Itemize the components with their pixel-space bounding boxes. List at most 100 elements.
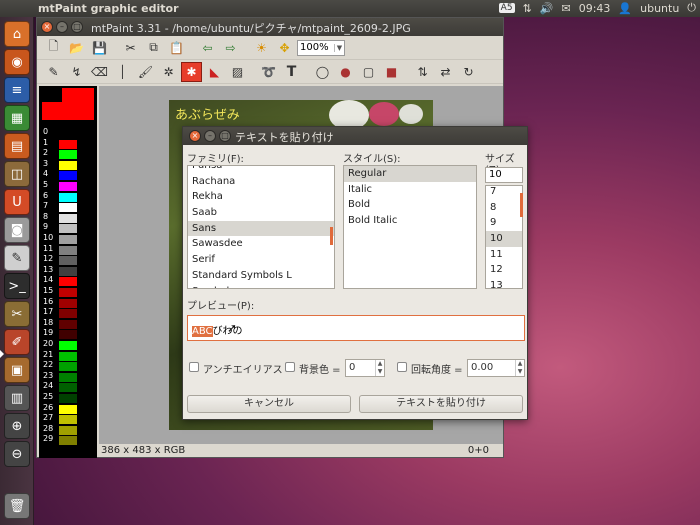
family-list-item[interactable]: Purisa [188,166,334,174]
swatch-color[interactable] [59,319,77,329]
swatch-color[interactable] [59,277,77,287]
fill-rect-icon[interactable]: ■ [381,62,402,82]
preview-box[interactable]: ABCびわの [187,315,525,341]
swatch-color[interactable] [59,436,77,446]
brightness-icon[interactable]: ☀ [251,38,272,58]
select-ellipse-icon[interactable]: ◯ [312,62,333,82]
size-list-item[interactable]: 11 [486,247,522,263]
swatch-color[interactable] [59,372,77,382]
swatch-color[interactable] [59,362,77,372]
family-list-item[interactable]: Serif [188,252,334,268]
writer-icon[interactable]: ≡ [4,77,30,103]
maximize-icon[interactable]: □ [71,21,83,33]
size-list-item[interactable]: 9 [486,215,522,231]
swatch-color[interactable] [59,394,77,403]
outline-rect-icon[interactable]: ▢ [358,62,379,82]
swatch-color[interactable] [59,309,77,319]
close-icon[interactable]: × [41,21,53,33]
swatch-color[interactable] [59,160,77,170]
swatch-color[interactable] [59,213,77,223]
swatch-color[interactable] [59,139,77,149]
swatch-color[interactable] [59,404,77,414]
family-list-item[interactable]: Sawasdee [188,236,334,252]
swatch-color[interactable] [59,171,77,181]
family-list[interactable]: Purisa Rachana Rekha Saab Sans Sawasdee Serif S… [187,165,335,289]
palette-swatch[interactable]: 29 [39,434,97,446]
text-editor-icon[interactable]: ✎ [4,245,30,271]
style-list-item[interactable]: Bold Italic [344,213,476,229]
cut-icon[interactable]: ✂ [120,38,141,58]
family-list-item[interactable]: Saab [188,205,334,221]
style-list-item[interactable]: Italic [344,182,476,198]
swatch-color[interactable] [59,298,77,308]
volume-icon[interactable]: 🔊 [540,2,554,15]
screenshot-icon[interactable]: ◙ [4,217,30,243]
current-colors[interactable] [42,88,94,120]
clock[interactable]: 09:43 [579,2,611,15]
pan-icon[interactable]: ✥ [274,38,295,58]
size-list-item[interactable]: 10 [486,231,522,247]
swatch-color[interactable] [59,192,77,202]
trash-icon[interactable]: 🗑 [4,493,30,519]
calc-icon[interactable]: ▦ [4,105,30,131]
power-icon[interactable]: ⏻ [687,1,696,15]
style-list-item[interactable]: Regular [344,166,476,182]
zoom-in-icon[interactable]: ⊕ [4,413,30,439]
swatch-color[interactable] [59,383,77,393]
swatch-color[interactable] [59,150,77,160]
size-list-item[interactable]: 7 [486,186,522,200]
brush-icon[interactable]: 🖌 [135,62,156,82]
family-list-item[interactable]: Rekha [188,189,334,205]
dialog-minimize-icon[interactable]: – [204,130,216,142]
style-list-item[interactable]: Bold [344,197,476,213]
clone-icon[interactable]: ✲ [158,62,179,82]
family-list-item[interactable]: Symbol [188,284,334,289]
family-list-item[interactable]: Standard Symbols L [188,268,334,284]
swatch-color[interactable] [59,203,77,213]
new-file-icon[interactable]: 🗋 [43,38,64,58]
swatch-color[interactable] [59,330,77,340]
swatch-color[interactable] [59,182,77,191]
workspace-icon[interactable]: ▥ [4,385,30,411]
swatch-color[interactable] [59,425,77,435]
size-list-item[interactable]: 12 [486,262,522,278]
save-icon[interactable]: 💾 [89,38,110,58]
terminal-icon[interactable]: >_ [4,273,30,299]
paste-text-button[interactable]: テキストを貼り付け [359,395,523,413]
flood-fill-icon[interactable]: ◣ [204,62,225,82]
family-list-item[interactable]: Rachana [188,174,334,190]
swatch-color[interactable] [59,235,77,244]
swatch-color[interactable] [59,266,77,276]
smudge-icon[interactable]: ↯ [66,62,87,82]
rotate-checkbox[interactable] [397,362,407,372]
antialias-checkbox[interactable] [189,362,199,372]
gradient-icon[interactable]: ▨ [227,62,248,82]
software-center-icon[interactable]: ◫ [4,161,30,187]
dialog-maximize-icon[interactable]: □ [219,130,231,142]
rotate-spinner[interactable]: 0.00 ▲ ▼ [467,359,525,377]
size-input[interactable]: 10 [485,167,523,183]
ime-indicator[interactable]: A5 [498,3,515,13]
image-viewer-icon[interactable]: ▣ [4,357,30,383]
redo-icon[interactable]: ⇨ [220,38,241,58]
color-pencils-icon[interactable]: ✐ [4,329,30,355]
swatch-color[interactable] [59,341,77,350]
rotate-icon[interactable]: ↻ [458,62,479,82]
text-tool-icon[interactable]: T [281,62,302,82]
family-list-item[interactable]: Sans [188,220,334,237]
dialog-close-icon[interactable]: × [189,130,201,142]
user-name[interactable]: ubuntu [640,2,679,15]
size-scrollbar[interactable] [520,193,523,217]
background-spinner[interactable]: 0 ▲ ▼ [345,359,385,377]
fill-ellipse-icon[interactable]: ● [335,62,356,82]
home-folder-icon[interactable]: ⌂ [4,21,30,47]
swatch-color[interactable] [59,224,77,234]
ubuntu-one-icon[interactable]: U [4,189,30,215]
size-list-item[interactable]: 13 [486,278,522,288]
swatch-color[interactable] [59,129,77,138]
paste-icon[interactable]: 📋 [166,38,187,58]
spinner-arrows-icon[interactable]: ▲ ▼ [375,360,384,376]
open-folder-icon[interactable]: 📂 [66,38,87,58]
size-list[interactable]: 7 8 9 10 11 12 13 [485,185,523,289]
firefox-icon[interactable]: ◉ [4,49,30,75]
